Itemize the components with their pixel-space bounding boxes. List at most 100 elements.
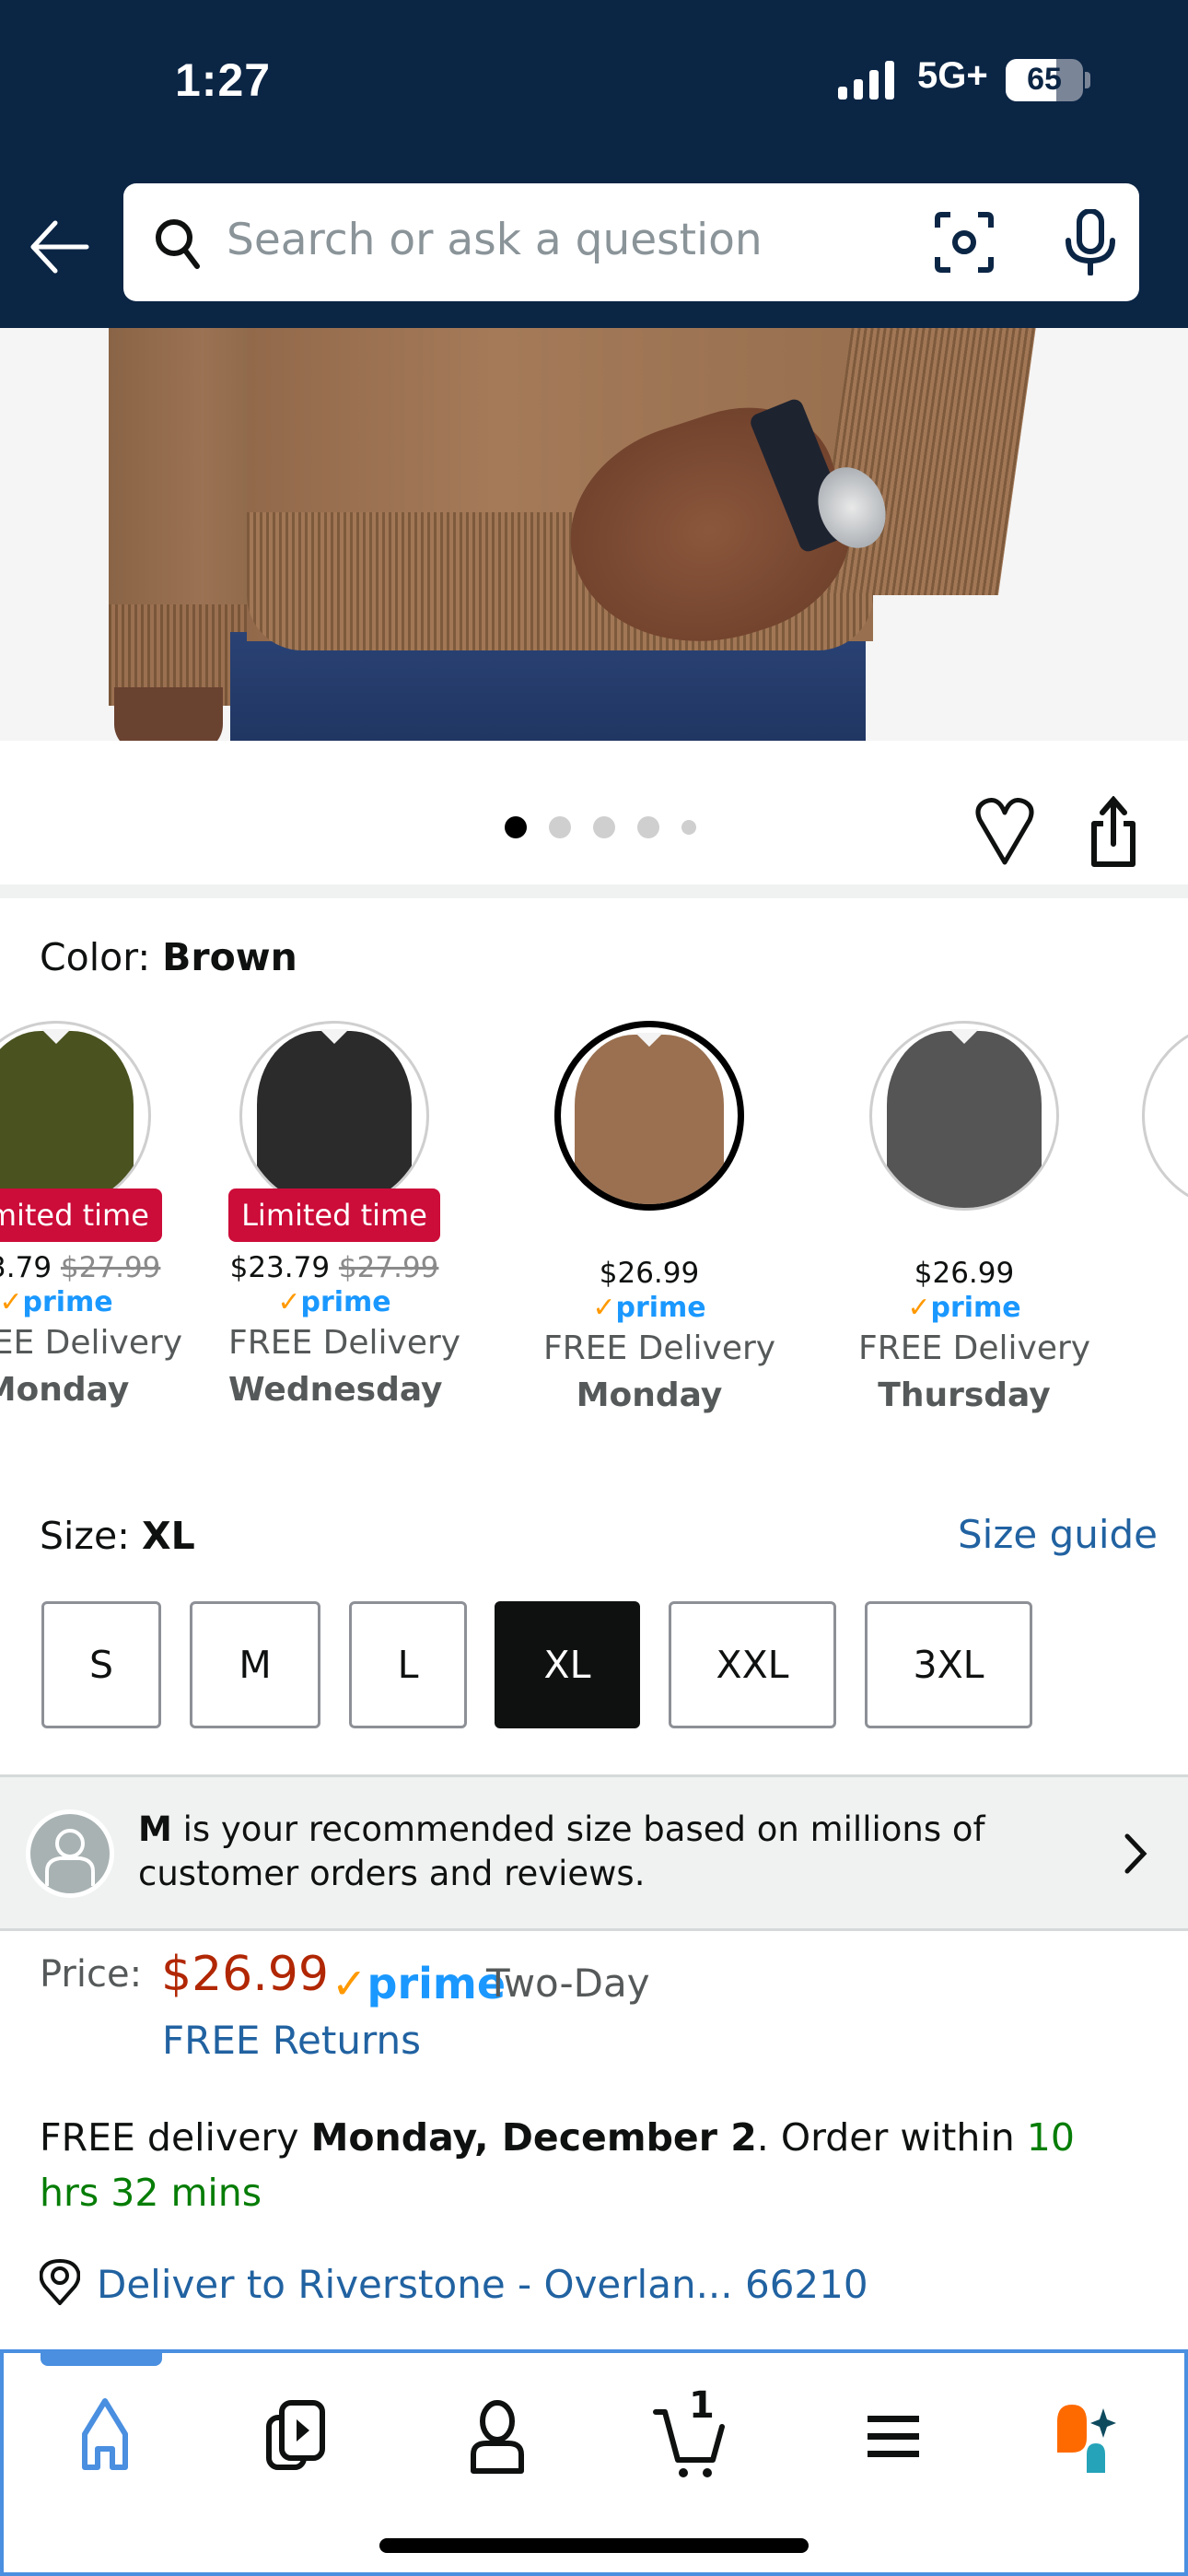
battery-tip bbox=[1085, 72, 1090, 88]
size-label-prefix: Size: bbox=[40, 1514, 143, 1558]
deliver-to-link[interactable]: Deliver to Riverstone - Overlan... 66210 bbox=[40, 2259, 868, 2307]
prime-check-icon: ✓ bbox=[332, 1959, 367, 2008]
video-icon[interactable] bbox=[252, 2390, 344, 2482]
image-hand-left bbox=[114, 687, 223, 741]
prime-text: prime bbox=[367, 1959, 507, 2008]
swatch-shirt bbox=[887, 1031, 1042, 1208]
limited-time-badge: Limited time bbox=[0, 1188, 162, 1242]
person-icon[interactable] bbox=[451, 2390, 543, 2482]
back-arrow-icon[interactable] bbox=[26, 214, 92, 280]
swatch-price: $23.79 $27.99 bbox=[0, 1251, 161, 1284]
swatch-delivery-day: Wednesday bbox=[228, 1371, 443, 1409]
pagination-dot[interactable] bbox=[593, 816, 615, 838]
size-guide-link[interactable]: Size guide bbox=[958, 1512, 1158, 1557]
swatch-delivery: F bbox=[1131, 1345, 1188, 1383]
pagination-dot[interactable] bbox=[505, 816, 527, 838]
selected-color: Brown bbox=[162, 935, 297, 979]
color-label-prefix: Color: bbox=[40, 935, 163, 979]
swatch-spacer bbox=[543, 1211, 755, 1247]
color-swatch[interactable]: $26.99 ✓prime FREE Delivery Thursday bbox=[858, 1021, 1091, 1414]
pagination-dot[interactable] bbox=[681, 820, 696, 835]
swatch-delivery: FREE Delivery bbox=[228, 1324, 461, 1362]
prime-badge: ✓prime bbox=[277, 1286, 391, 1318]
shipping-speed: Two-Day bbox=[486, 1961, 650, 2006]
prime-check-icon: ✓ bbox=[907, 1292, 931, 1324]
menu-icon[interactable] bbox=[847, 2390, 939, 2482]
price-value: $26.99 bbox=[161, 1947, 329, 2002]
swatch-list-price: $27.99 bbox=[338, 1251, 439, 1284]
section-divider bbox=[0, 884, 1188, 898]
chevron-right-icon bbox=[1124, 1833, 1147, 1874]
prime-check-icon: ✓ bbox=[592, 1292, 616, 1324]
swatch-price: $26.99 bbox=[914, 1257, 1015, 1290]
recommendation-body: is your recommended size based on millio… bbox=[138, 1809, 985, 1893]
prime-badge: ✓prime bbox=[907, 1292, 1021, 1324]
color-swatch[interactable]: F bbox=[1131, 1021, 1188, 1383]
delivery-info: FREE delivery Monday, December 2. Order … bbox=[40, 2110, 1145, 2220]
prime-check-icon: ✓ bbox=[277, 1286, 301, 1318]
price-label: Price: bbox=[40, 1953, 143, 1996]
size-option-l[interactable]: L bbox=[349, 1601, 467, 1728]
swatch-shirt bbox=[257, 1031, 412, 1208]
pagination-dot[interactable] bbox=[637, 816, 659, 838]
delivery-date: Monday, December 2 bbox=[310, 2115, 757, 2160]
search-input[interactable]: Search or ask a question bbox=[227, 215, 763, 265]
size-option-xl[interactable]: XL bbox=[495, 1601, 640, 1728]
gallery-controls bbox=[0, 743, 1188, 884]
free-returns-link[interactable]: FREE Returns bbox=[162, 2018, 421, 2063]
prime-badge: ✓prime bbox=[592, 1292, 706, 1324]
home-indicator[interactable] bbox=[379, 2538, 809, 2553]
swatch-price: $23.79 $27.99 bbox=[229, 1251, 439, 1284]
camera-lens-icon[interactable] bbox=[934, 211, 995, 274]
swatch-delivery-day: Monday bbox=[576, 1376, 723, 1414]
color-swatch[interactable]: Limited time $23.79 $27.99✓prime FREE Deli… bbox=[0, 1021, 183, 1409]
swatch-spacer bbox=[858, 1211, 1070, 1247]
product-image[interactable] bbox=[0, 328, 1188, 741]
deliver-to-text: Deliver to Riverstone - Overlan... 66210 bbox=[97, 2262, 868, 2307]
delivery-mid: . Order within bbox=[756, 2115, 1027, 2160]
swatch-image bbox=[0, 1021, 151, 1211]
selected-size: XL bbox=[142, 1514, 195, 1558]
search-bar[interactable]: Search or ask a question bbox=[123, 183, 1139, 301]
home-icon[interactable] bbox=[59, 2390, 151, 2482]
swatch-image bbox=[1142, 1021, 1188, 1211]
microphone-icon[interactable] bbox=[1063, 209, 1118, 275]
swatch-shirt bbox=[575, 1034, 724, 1204]
color-swatch[interactable]: $26.99 ✓prime FREE Delivery Monday bbox=[543, 1021, 776, 1414]
recommendation-text: M is your recommended size based on mill… bbox=[138, 1808, 1087, 1896]
swatch-delivery: FREE Delivery bbox=[858, 1329, 1091, 1367]
size-label: Size: XL bbox=[40, 1514, 195, 1558]
swatch-delivery-day: Thursday bbox=[878, 1376, 1051, 1414]
prime-badge: ✓prime bbox=[0, 1286, 113, 1318]
swatch-image bbox=[554, 1021, 744, 1211]
signal-strength-icon bbox=[838, 61, 894, 100]
delivery-prefix: FREE delivery bbox=[40, 2115, 311, 2160]
person-icon bbox=[45, 1829, 95, 1886]
search-icon bbox=[156, 219, 200, 269]
size-option-xxl[interactable]: XXL bbox=[669, 1601, 836, 1728]
prime-badge: ✓prime bbox=[332, 1959, 506, 2008]
swatch-image bbox=[869, 1021, 1059, 1211]
heart-icon[interactable] bbox=[973, 798, 1037, 868]
cart-button[interactable]: 1 bbox=[650, 2384, 742, 2482]
swatch-image bbox=[239, 1021, 429, 1211]
location-pin-icon bbox=[40, 2259, 80, 2305]
battery-percent: 65 bbox=[1027, 62, 1062, 97]
swatch-delivery: FREE Delivery bbox=[0, 1324, 183, 1362]
color-swatch[interactable]: Limited time $23.79 $27.99✓prime FREE Deli… bbox=[228, 1021, 461, 1409]
swatch-list-price: $27.99 bbox=[60, 1251, 161, 1284]
prime-check-icon: ✓ bbox=[0, 1286, 23, 1318]
size-option-s[interactable]: S bbox=[41, 1601, 161, 1728]
size-option-3xl[interactable]: 3XL bbox=[865, 1601, 1032, 1728]
active-tab-indicator bbox=[41, 2353, 162, 2366]
swatch-shirt bbox=[0, 1031, 134, 1208]
size-option-m[interactable]: M bbox=[190, 1601, 320, 1728]
swatch-delivery: FREE Delivery bbox=[543, 1329, 776, 1367]
size-recommendation-banner[interactable]: M is your recommended size based on mill… bbox=[0, 1774, 1188, 1931]
pagination-dot[interactable] bbox=[549, 816, 571, 838]
network-type: 5G+ bbox=[917, 55, 988, 96]
cart-count: 1 bbox=[689, 2384, 715, 2427]
limited-time-badge: Limited time bbox=[228, 1188, 440, 1242]
rufus-assistant-icon[interactable] bbox=[1042, 2390, 1135, 2482]
share-icon[interactable] bbox=[1089, 796, 1138, 870]
